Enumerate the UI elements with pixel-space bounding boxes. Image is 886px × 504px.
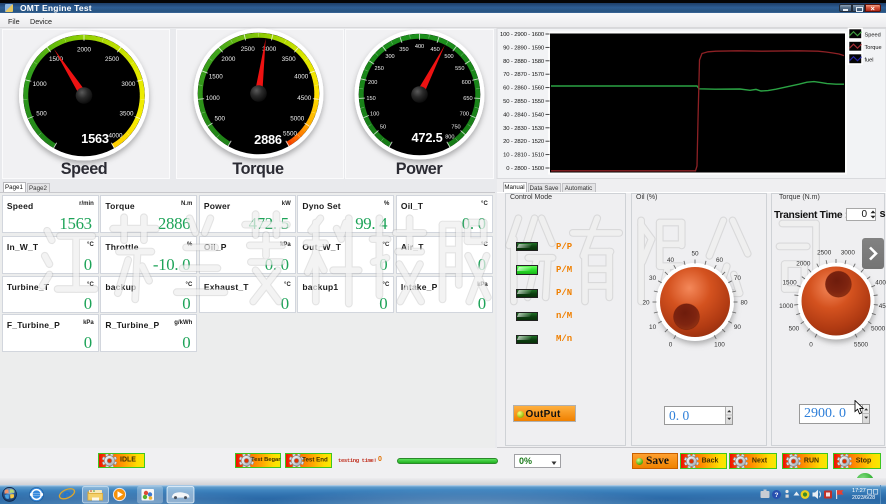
svg-text:2000: 2000 — [796, 261, 811, 268]
svg-text:4500: 4500 — [879, 303, 886, 310]
svg-text:5500: 5500 — [854, 342, 869, 349]
svg-text:40: 40 — [667, 257, 675, 264]
svg-text:4000: 4000 — [875, 280, 886, 287]
svg-text:50: 50 — [691, 250, 699, 257]
svg-text:90: 90 — [734, 324, 742, 331]
svg-text:70: 70 — [734, 275, 742, 282]
svg-text:10: 10 — [649, 324, 657, 331]
svg-text:20: 20 — [642, 299, 650, 306]
svg-text:500: 500 — [789, 325, 800, 332]
svg-text:0: 0 — [669, 342, 673, 349]
svg-text:30: 30 — [649, 275, 657, 282]
svg-text:80: 80 — [740, 299, 748, 306]
svg-text:60: 60 — [716, 257, 724, 264]
svg-text:100: 100 — [714, 342, 725, 349]
svg-text:1500: 1500 — [782, 280, 797, 287]
svg-text:3000: 3000 — [841, 250, 856, 257]
svg-text:2500: 2500 — [817, 250, 832, 257]
svg-text:1000: 1000 — [779, 303, 794, 310]
svg-text:?: ? — [775, 492, 779, 499]
svg-text:0: 0 — [809, 342, 813, 349]
svg-text:5000: 5000 — [871, 325, 886, 332]
